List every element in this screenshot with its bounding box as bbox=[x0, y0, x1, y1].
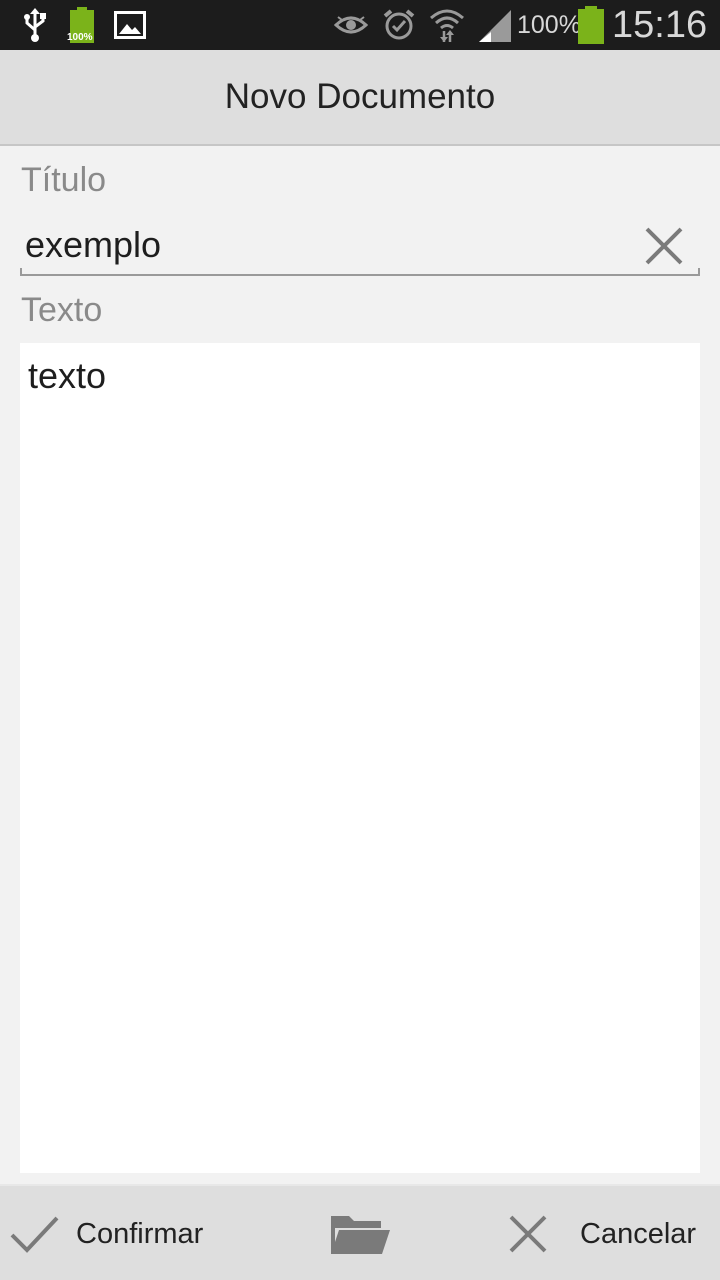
signal-icon bbox=[476, 0, 514, 50]
bottom-bar: Confirmar Cancelar bbox=[0, 1184, 720, 1280]
title-label: Título bbox=[21, 161, 107, 199]
folder-icon bbox=[331, 1216, 390, 1254]
status-bar: 100% 100% 15:16 bbox=[0, 0, 720, 50]
close-icon bbox=[509, 1215, 547, 1253]
battery-icon bbox=[576, 0, 606, 50]
title-input-value[interactable]: exemplo bbox=[25, 224, 161, 266]
clear-title-button[interactable] bbox=[642, 224, 686, 268]
text-label: Texto bbox=[21, 291, 103, 329]
check-icon bbox=[10, 1216, 59, 1253]
confirm-label: Confirmar bbox=[76, 1217, 204, 1250]
action-bar: Novo Documento bbox=[0, 50, 720, 146]
title-field-underline-right bbox=[698, 268, 700, 276]
title-field[interactable]: exemplo bbox=[20, 218, 700, 276]
text-area-value[interactable]: texto bbox=[28, 355, 106, 397]
eye-icon bbox=[333, 0, 369, 50]
screen: 100% 100% 15:16 Novo Documento Título ex… bbox=[0, 0, 720, 1280]
confirm-button[interactable]: Confirmar bbox=[10, 1186, 203, 1280]
usb-icon bbox=[20, 0, 50, 50]
notification-battery-label: 100% bbox=[67, 32, 93, 43]
page-title: Novo Documento bbox=[224, 77, 496, 116]
open-folder-button[interactable] bbox=[329, 1186, 391, 1280]
battery-percent: 100% bbox=[517, 11, 581, 39]
wifi-icon bbox=[428, 0, 466, 50]
close-icon bbox=[645, 227, 683, 265]
title-field-underline-left bbox=[20, 268, 22, 276]
alarm-icon bbox=[381, 0, 417, 50]
image-icon bbox=[113, 0, 147, 50]
cancel-button[interactable]: Cancelar bbox=[508, 1186, 696, 1280]
text-area[interactable]: texto bbox=[20, 343, 700, 1173]
title-field-underline bbox=[20, 274, 700, 276]
status-time: 15:16 bbox=[612, 4, 708, 46]
cancel-label: Cancelar bbox=[580, 1217, 697, 1250]
